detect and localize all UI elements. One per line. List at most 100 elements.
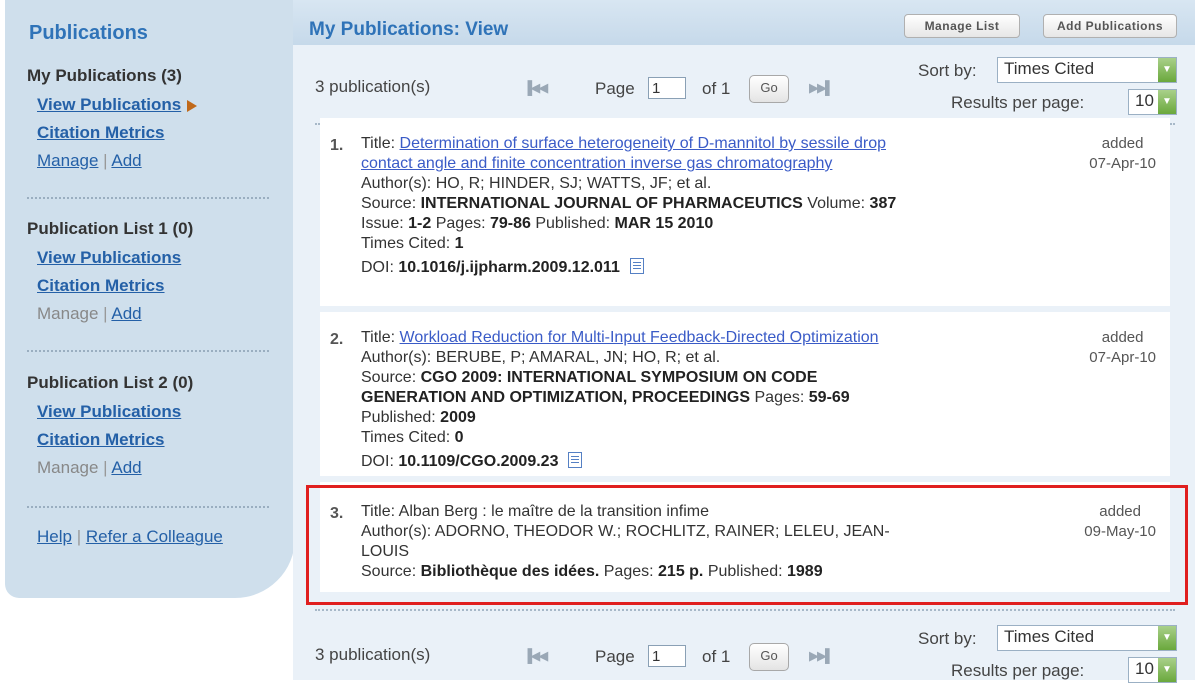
doi-value: 10.1109/CGO.2009.23	[398, 453, 559, 470]
page-of-label: of 1	[702, 647, 731, 666]
document-icon[interactable]	[568, 452, 583, 468]
chevron-down-icon: ▼	[1158, 58, 1176, 82]
citation-metrics-link[interactable]: Citation Metrics	[37, 430, 267, 450]
view-publications-link[interactable]: View Publications	[37, 95, 267, 115]
list-item: 1. Title: Determination of surface heter…	[320, 118, 1170, 306]
manage-label: Manage	[37, 304, 99, 323]
source-label: Source:	[361, 195, 417, 212]
title-link[interactable]: Determination of surface heterogeneity o…	[400, 135, 886, 152]
help-link[interactable]: Help	[37, 527, 72, 546]
pages-value: 59-69	[808, 389, 850, 406]
results-per-page-select[interactable]: 10 ▼	[1128, 657, 1177, 683]
pages-label: Pages:	[435, 215, 486, 232]
added-date: added 07-Apr-10	[1089, 134, 1156, 174]
source-line: Source: CGO 2009: INTERNATIONAL SYMPOSIU…	[361, 368, 1061, 388]
main-header: My Publications: View Manage List Add Pu…	[293, 0, 1195, 45]
times-cited-label: Times Cited:	[361, 429, 451, 446]
issue-line: Issue: 1-2 Pages: 79-86 Published: MAR 1…	[361, 214, 1061, 234]
times-cited: Times Cited: 1	[361, 234, 1061, 254]
record-number: 1.	[330, 137, 344, 154]
manage-add-row: Manage | Add	[37, 458, 267, 478]
divider	[27, 350, 269, 352]
separator: |	[103, 304, 108, 323]
record-number: 2.	[330, 331, 344, 348]
sort-label: Sort by:	[918, 61, 977, 80]
divider	[27, 506, 269, 508]
volume-value: 387	[869, 195, 897, 212]
document-icon[interactable]	[629, 258, 644, 274]
page-title: My Publications: View	[309, 19, 509, 40]
title-link-continued[interactable]: contact angle and finite concentration i…	[361, 155, 832, 172]
manage-list-button[interactable]: Manage List	[904, 14, 1020, 38]
published-line: Published: 2009	[361, 408, 1061, 428]
page-label: Page	[595, 647, 635, 666]
page-number-input[interactable]	[648, 645, 686, 667]
results-per-page-label: Results per page:	[951, 661, 1085, 680]
manage-link[interactable]: Manage	[37, 151, 98, 170]
added-date-value: 07-Apr-10	[1089, 155, 1156, 172]
added-date: added 07-Apr-10	[1089, 328, 1156, 368]
add-link[interactable]: Add	[111, 151, 141, 170]
results-per-page-select[interactable]: 10 ▼	[1128, 89, 1177, 115]
volume-label: Volume:	[807, 195, 866, 212]
published-value: MAR 15 2010	[614, 215, 714, 232]
sidebar: Publications My Publications (3) View Pu…	[5, 0, 295, 598]
last-page-icon[interactable]: ▶▶▌	[809, 648, 834, 664]
doi-value: 10.1016/j.ijpharm.2009.12.011	[398, 259, 620, 276]
published-value: 2009	[440, 409, 476, 426]
rpp-value: 10	[1135, 91, 1154, 110]
add-link[interactable]: Add	[111, 458, 141, 477]
refer-colleague-link[interactable]: Refer a Colleague	[86, 527, 223, 546]
doi-line: DOI: 10.1016/j.ijpharm.2009.12.011	[361, 258, 1061, 278]
separator: |	[103, 458, 108, 477]
sidebar-section-list-1: Publication List 1 (0) View Publications…	[27, 219, 267, 324]
result-count: 3 publication(s)	[315, 645, 431, 664]
page-of-label: of 1	[702, 79, 731, 98]
section-heading: My Publications (3)	[27, 66, 182, 85]
published-label: Published:	[361, 409, 436, 426]
sort-label: Sort by:	[918, 629, 977, 648]
first-page-icon[interactable]: ▐◀◀	[523, 80, 548, 96]
chevron-down-icon: ▼	[1158, 658, 1176, 682]
authors: Author(s): HO, R; HINDER, SJ; WATTS, JF;…	[361, 175, 712, 192]
add-publications-button[interactable]: Add Publications	[1043, 14, 1177, 38]
title-label: Title:	[361, 329, 396, 346]
first-page-icon[interactable]: ▐◀◀	[523, 648, 548, 664]
citation-metrics-link[interactable]: Citation Metrics	[37, 276, 267, 296]
go-button[interactable]: Go	[749, 75, 789, 103]
go-button[interactable]: Go	[749, 643, 789, 671]
sort-select[interactable]: Times Cited ▼	[997, 57, 1177, 83]
source-value-continued: GENERATION AND OPTIMIZATION, PROCEEDINGS	[361, 389, 751, 406]
title-link[interactable]: Workload Reduction for Multi-Input Feedb…	[400, 329, 879, 346]
citation-metrics-link[interactable]: Citation Metrics	[37, 123, 267, 143]
added-label: added	[1101, 329, 1144, 346]
chevron-down-icon: ▼	[1158, 626, 1176, 650]
view-publications-link[interactable]: View Publications	[37, 248, 267, 268]
source-line-continued: GENERATION AND OPTIMIZATION, PROCEEDINGS…	[361, 388, 1061, 408]
rpp-value: 10	[1135, 659, 1154, 678]
times-cited-value: 1	[454, 235, 464, 252]
pager-bottom: 3 publication(s) ▐◀◀ Page of 1 Go ▶▶▌ So…	[293, 613, 1195, 685]
source-line: Source: INTERNATIONAL JOURNAL OF PHARMAC…	[361, 194, 1061, 214]
issue-value: 1-2	[408, 215, 432, 232]
doi-label: DOI:	[361, 453, 394, 470]
sidebar-section-list-2: Publication List 2 (0) View Publications…	[27, 373, 267, 478]
page-number-input[interactable]	[648, 77, 686, 99]
manage-label: Manage	[37, 458, 99, 477]
page-label: Page	[595, 79, 635, 98]
pages-label: Pages:	[754, 389, 805, 406]
record-body: Title: Determination of surface heteroge…	[361, 134, 1061, 278]
result-count: 3 publication(s)	[315, 77, 431, 96]
sort-value: Times Cited	[1004, 627, 1095, 646]
pager-top: 3 publication(s) ▐◀◀ Page of 1 Go ▶▶▌ So…	[293, 45, 1195, 117]
manage-add-row: Manage | Add	[37, 304, 267, 324]
times-cited: Times Cited: 0	[361, 428, 1061, 448]
sort-select[interactable]: Times Cited ▼	[997, 625, 1177, 651]
source-value: INTERNATIONAL JOURNAL OF PHARMACEUTICS	[420, 195, 803, 212]
add-link[interactable]: Add	[111, 304, 141, 323]
chevron-down-icon: ▼	[1158, 90, 1176, 114]
last-page-icon[interactable]: ▶▶▌	[809, 80, 834, 96]
added-date-value: 07-Apr-10	[1089, 349, 1156, 366]
view-publications-link[interactable]: View Publications	[37, 402, 267, 422]
manage-add-row: Manage | Add	[37, 151, 267, 171]
